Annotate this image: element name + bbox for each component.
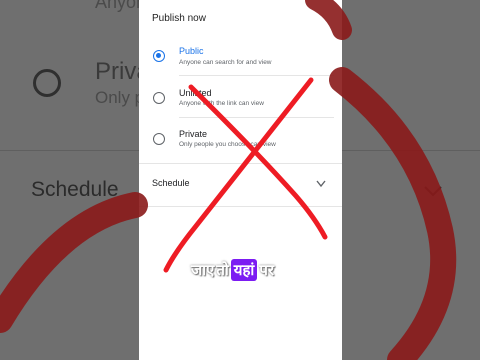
option-public-label: Public	[179, 46, 204, 56]
option-unlisted-label: Unlisted	[179, 88, 212, 98]
bg-radio-icon	[33, 69, 61, 97]
option-private-description: Only people you choose can view	[179, 141, 276, 148]
chevron-down-icon[interactable]	[315, 179, 327, 189]
option-private[interactable]: Private Only people you choose can view	[139, 118, 342, 162]
bg-only-label: Only p	[95, 88, 145, 107]
bg-chevron-down-icon	[424, 186, 442, 197]
bg-schedule-label: Schedule	[31, 178, 119, 201]
section-divider	[139, 206, 342, 207]
option-unlisted-description: Anyone with the link can view	[179, 100, 264, 107]
banner-word-2: तो	[216, 261, 229, 279]
radio-icon[interactable]	[153, 133, 165, 145]
sheet-title: Publish now	[152, 13, 206, 24]
radio-selected-icon[interactable]	[153, 50, 165, 62]
banner-highlight-word: यहां	[230, 259, 258, 281]
hindi-banner: जाए तो यहां पर	[190, 257, 275, 283]
banner-word-1: जाए	[191, 261, 215, 279]
schedule-label: Schedule	[152, 178, 190, 188]
bg-divider	[0, 150, 140, 151]
radio-icon[interactable]	[153, 92, 165, 104]
banner-word-4: पर	[259, 261, 274, 279]
option-public[interactable]: Public Anyone can search for and view	[139, 34, 342, 78]
option-private-label: Private	[179, 129, 208, 139]
bg-divider-right	[340, 150, 480, 151]
option-unlisted[interactable]: Unlisted Anyone with the link can view	[139, 76, 342, 120]
publish-sheet: Publish now Public Anyone can search for…	[139, 0, 342, 360]
schedule-row[interactable]: Schedule	[139, 164, 342, 206]
option-public-description: Anyone can search for and view	[179, 59, 272, 66]
